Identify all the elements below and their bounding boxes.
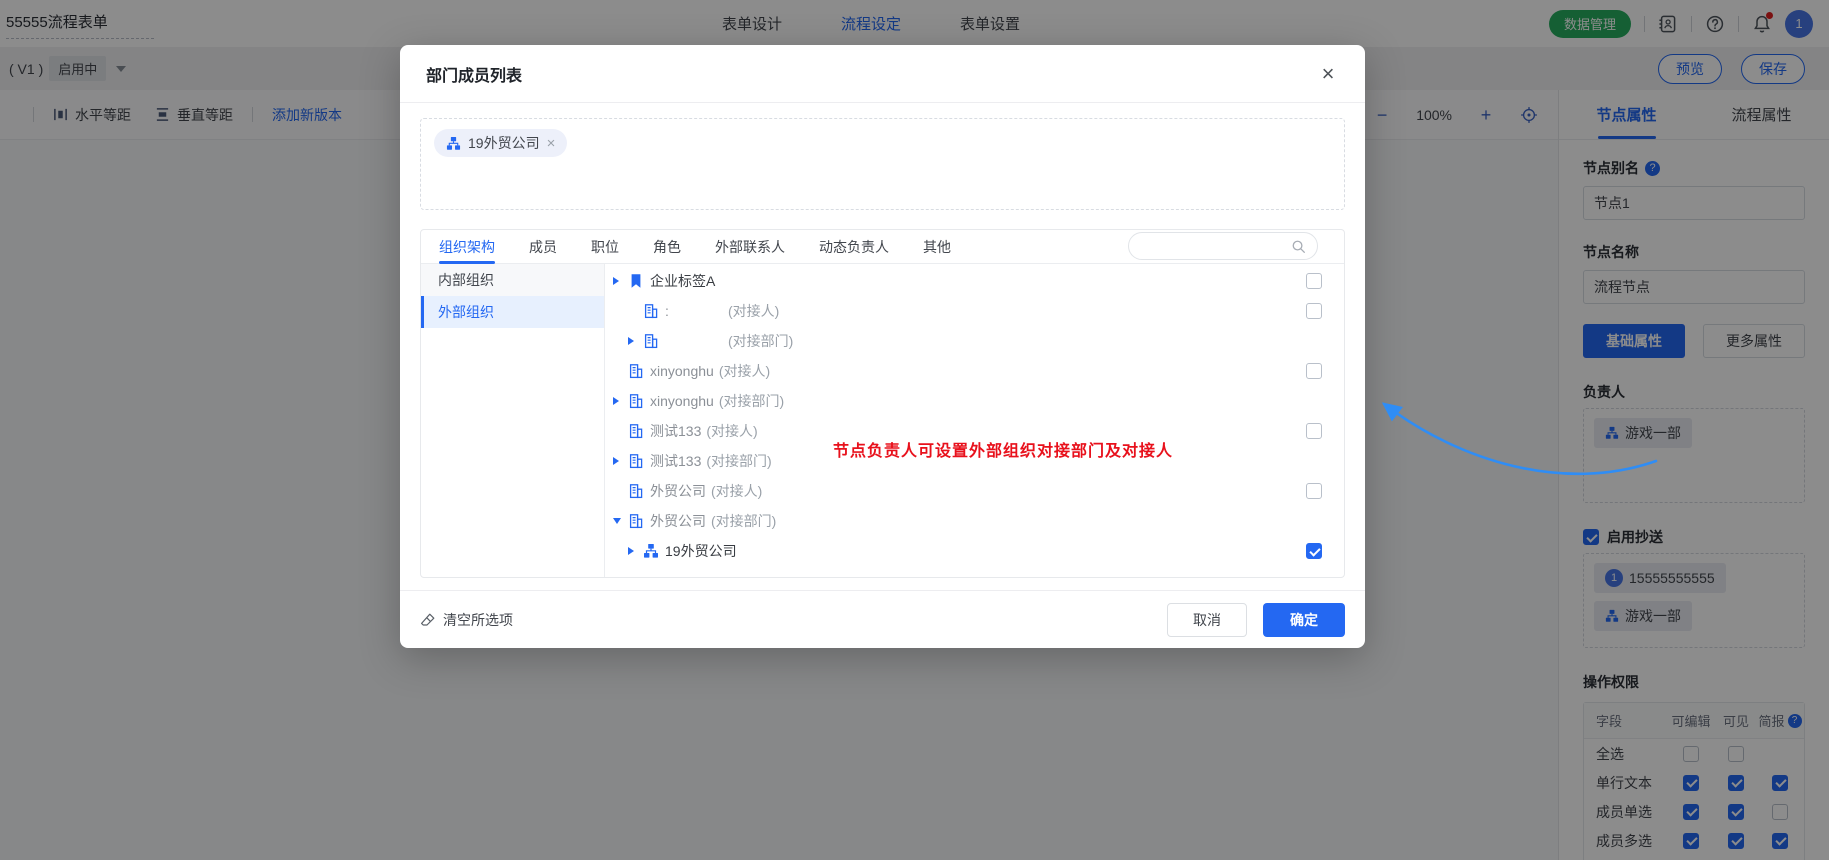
- annotation-text: 节点负责人可设置外部组织对接部门及对接人: [833, 437, 1173, 461]
- expand-icon[interactable]: [613, 396, 628, 406]
- tree-item-label: 测试133: [650, 421, 701, 441]
- tree-item-label: 外贸公司: [650, 511, 706, 531]
- tree-item[interactable]: : (对接人): [605, 296, 1344, 326]
- building-icon: [628, 423, 644, 439]
- tree-item-suffix: (对接部门): [711, 511, 776, 531]
- remove-tag-icon[interactable]: [547, 136, 556, 151]
- clear-selection-label: 清空所选项: [443, 610, 513, 630]
- tree-item-label: 19外贸公司: [665, 541, 737, 561]
- app-page: 55555流程表单 表单设计 流程设定 表单设置 数据管理 1 ( V1 ) 启…: [0, 0, 1829, 860]
- picker-body: 内部组织 外部组织 企业标签A : (对接人): [421, 264, 1344, 577]
- internal-org-item[interactable]: 内部组织: [421, 264, 604, 296]
- tree-item-label: xinyonghu: [650, 363, 714, 379]
- building-icon: [628, 453, 644, 469]
- tab-members[interactable]: 成员: [529, 230, 557, 263]
- building-icon: [628, 483, 644, 499]
- confirm-button[interactable]: 确定: [1263, 603, 1345, 637]
- tree-item-suffix: (对接部门): [719, 391, 784, 411]
- building-icon: [628, 363, 644, 379]
- tab-others[interactable]: 其他: [923, 230, 951, 263]
- expand-icon[interactable]: [628, 336, 643, 346]
- picker-box: 组织架构 成员 职位 角色 外部联系人 动态负责人 其他 内部组织 外部组织: [420, 229, 1345, 578]
- building-icon: [643, 333, 659, 349]
- tab-positions[interactable]: 职位: [591, 230, 619, 263]
- external-org-item[interactable]: 外部组织: [421, 296, 604, 328]
- building-icon: [628, 513, 644, 529]
- tree-item[interactable]: 19外贸公司: [605, 536, 1344, 566]
- department-member-modal: 部门成员列表 19外贸公司 组织架构 成员 职位 角色 外部联系人 动态负责人 …: [400, 45, 1365, 648]
- eraser-icon: [420, 612, 436, 628]
- tree-item-label: 测试133: [650, 451, 701, 471]
- expand-placeholder: [613, 426, 628, 436]
- expand-placeholder: [613, 486, 628, 496]
- selected-tag-label: 19外贸公司: [468, 133, 540, 153]
- close-icon[interactable]: [1317, 63, 1339, 85]
- expand-icon[interactable]: [628, 546, 643, 556]
- selected-members-box[interactable]: 19外贸公司: [420, 118, 1345, 210]
- modal-title: 部门成员列表: [426, 62, 522, 86]
- footer-buttons: 取消 确定: [1167, 603, 1345, 637]
- tree-item[interactable]: (对接部门): [605, 326, 1344, 356]
- modal-header: 部门成员列表: [400, 45, 1365, 103]
- tree-item-suffix: (对接人): [711, 481, 762, 501]
- building-icon: [628, 393, 644, 409]
- tree-item[interactable]: 外贸公司 (对接部门): [605, 506, 1344, 536]
- tree-item-suffix: (对接人): [728, 301, 779, 321]
- tree-item-label: 企业标签A: [650, 271, 715, 291]
- modal-footer: 清空所选项 取消 确定: [400, 590, 1365, 648]
- clear-selection-button[interactable]: 清空所选项: [420, 610, 513, 630]
- expand-placeholder: [628, 306, 643, 316]
- tree-item[interactable]: xinyonghu (对接人): [605, 356, 1344, 386]
- building-icon: [643, 303, 659, 319]
- tab-dynamic-owner[interactable]: 动态负责人: [819, 230, 889, 263]
- expand-icon[interactable]: [613, 456, 628, 466]
- tree-checkbox[interactable]: [1306, 543, 1322, 559]
- tree-item-label: xinyonghu: [650, 393, 714, 409]
- org-icon: [643, 543, 659, 559]
- cancel-button[interactable]: 取消: [1167, 603, 1247, 637]
- tab-external-contacts[interactable]: 外部联系人: [715, 230, 785, 263]
- tab-roles[interactable]: 角色: [653, 230, 681, 263]
- selected-tag[interactable]: 19外贸公司: [434, 129, 567, 157]
- picker-tabs: 组织架构 成员 职位 角色 外部联系人 动态负责人 其他: [421, 230, 1344, 264]
- org-icon: [446, 136, 461, 151]
- tree-checkbox[interactable]: [1306, 423, 1322, 439]
- tree-item-suffix: (对接部门): [728, 331, 793, 351]
- org-type-panel: 内部组织 外部组织: [421, 264, 605, 577]
- collapse-icon[interactable]: [613, 516, 628, 526]
- search-icon: [1291, 239, 1306, 254]
- bookmark-icon: [628, 273, 644, 289]
- tree-item-suffix: (对接部门): [706, 451, 771, 471]
- tree-checkbox[interactable]: [1306, 273, 1322, 289]
- tree-item[interactable]: xinyonghu (对接部门): [605, 386, 1344, 416]
- org-tree: 企业标签A : (对接人) (对接部门): [605, 264, 1344, 577]
- tree-item[interactable]: 外贸公司 (对接人): [605, 476, 1344, 506]
- tree-checkbox[interactable]: [1306, 483, 1322, 499]
- expand-icon[interactable]: [613, 276, 628, 286]
- expand-placeholder: [613, 366, 628, 376]
- tree-item-label: 外贸公司: [650, 481, 706, 501]
- tree-checkbox[interactable]: [1306, 303, 1322, 319]
- tree-item-suffix: (对接人): [719, 361, 770, 381]
- tree-checkbox[interactable]: [1306, 363, 1322, 379]
- search-input[interactable]: [1128, 232, 1318, 260]
- tree-item[interactable]: 企业标签A: [605, 266, 1344, 296]
- tree-item-label: :: [665, 303, 723, 319]
- tree-item-suffix: (对接人): [706, 421, 757, 441]
- tab-org-structure[interactable]: 组织架构: [439, 230, 495, 263]
